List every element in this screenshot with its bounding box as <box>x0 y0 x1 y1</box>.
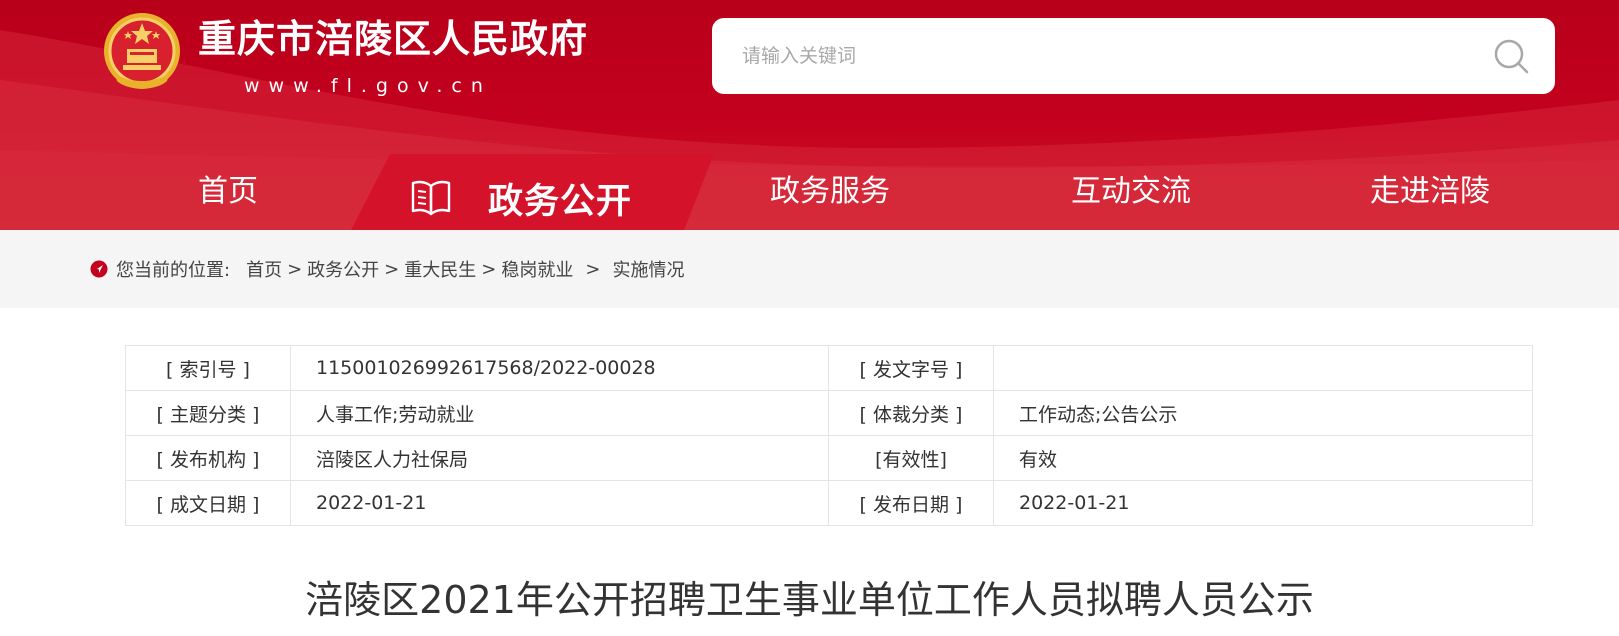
search-input[interactable] <box>742 18 1462 94</box>
nav-government-services[interactable]: 政务服务 <box>770 170 890 214</box>
search-box <box>712 18 1555 94</box>
meta-value-genre: 工作动态;公告公示 <box>993 390 1533 436</box>
meta-value-topic: 人事工作;劳动就业 <box>290 390 829 436</box>
nav-government-affairs[interactable]: 政务公开 <box>410 158 632 230</box>
breadcrumb-separator: > <box>481 258 497 280</box>
meta-key-written-date: [ 成文日期 ] <box>125 480 291 526</box>
document-title: 涪陵区2021年公开招聘卫生事业单位工作人员拟聘人员公示 <box>305 578 1314 622</box>
document-metadata-table: [ 索引号 ] 115001026992617568/2022-00028 [ … <box>125 345 1533 526</box>
search-icon[interactable] <box>1492 37 1532 77</box>
nav-interaction[interactable]: 互动交流 <box>1071 170 1191 214</box>
breadcrumb-item-major-livelihood[interactable]: 重大民生 <box>404 256 476 282</box>
breadcrumb-separator: > <box>287 258 303 280</box>
breadcrumb-item-stable-employment[interactable]: 稳岗就业 <box>501 256 573 282</box>
nav-active-label: 政务公开 <box>488 181 633 222</box>
meta-value-index-number: 115001026992617568/2022-00028 <box>290 345 829 391</box>
table-row: [ 发布机构 ] 涪陵区人力社保局 [有效性] 有效 <box>125 435 1533 481</box>
meta-value-publish-date: 2022-01-21 <box>993 480 1533 526</box>
site-url: www.fl.gov.cn <box>244 75 492 97</box>
meta-value-written-date: 2022-01-21 <box>290 480 829 526</box>
meta-value-document-number <box>993 345 1533 391</box>
meta-key-issuer: [ 发布机构 ] <box>125 435 291 481</box>
breadcrumb-bar: 您当前的位置: 首页 > 政务公开 > 重大民生 > 稳岗就业 > 实施情况 <box>0 230 1619 308</box>
meta-key-genre: [ 体裁分类 ] <box>828 390 994 436</box>
book-icon <box>411 180 451 216</box>
meta-key-validity: [有效性] <box>828 435 994 481</box>
table-row: [ 成文日期 ] 2022-01-21 [ 发布日期 ] 2022-01-21 <box>125 480 1533 526</box>
nav-home[interactable]: 首页 <box>198 170 258 214</box>
meta-key-publish-date: [ 发布日期 ] <box>828 480 994 526</box>
breadcrumb: 您当前的位置: 首页 > 政务公开 > 重大民生 > 稳岗就业 > 实施情况 <box>90 256 684 282</box>
site-title: 重庆市涪陵区人民政府 <box>198 17 589 61</box>
meta-key-document-number: [ 发文字号 ] <box>828 345 994 391</box>
national-emblem-icon <box>104 13 180 89</box>
location-pin-icon <box>90 260 108 278</box>
table-row: [ 主题分类 ] 人事工作;劳动就业 [ 体裁分类 ] 工作动态;公告公示 <box>125 390 1533 436</box>
breadcrumb-separator: > <box>585 258 601 280</box>
breadcrumb-item-implementation[interactable]: 实施情况 <box>612 256 684 282</box>
breadcrumb-prefix: 您当前的位置: <box>116 260 231 281</box>
site-header: 重庆市涪陵区人民政府 www.fl.gov.cn 首页 政务公开 政务服务 互动… <box>0 0 1619 230</box>
meta-value-validity: 有效 <box>993 435 1533 481</box>
breadcrumb-item-government-affairs[interactable]: 政务公开 <box>307 256 379 282</box>
breadcrumb-item-home[interactable]: 首页 <box>246 256 282 282</box>
meta-key-topic: [ 主题分类 ] <box>125 390 291 436</box>
breadcrumb-separator: > <box>384 258 400 280</box>
table-row: [ 索引号 ] 115001026992617568/2022-00028 [ … <box>125 345 1533 391</box>
meta-value-issuer: 涪陵区人力社保局 <box>290 435 829 481</box>
meta-key-index-number: [ 索引号 ] <box>125 345 291 391</box>
nav-about-fuling[interactable]: 走进涪陵 <box>1370 170 1490 214</box>
